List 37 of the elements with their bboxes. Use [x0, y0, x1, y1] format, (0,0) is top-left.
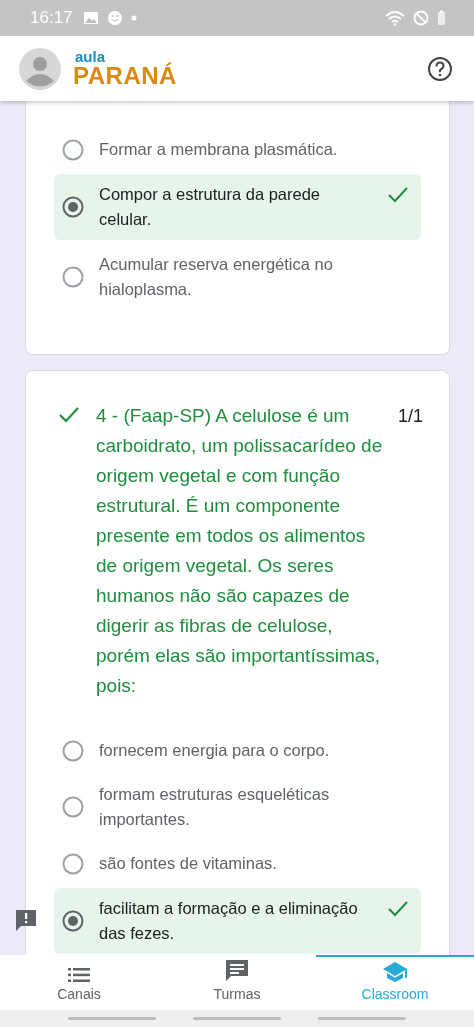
radio-button[interactable] [62, 852, 84, 875]
answer-option[interactable]: Acumular reserva energética no hialoplasma. [54, 245, 421, 309]
image-icon [82, 11, 99, 25]
logo-text: aula [75, 49, 105, 64]
smiley-icon [106, 10, 123, 26]
answer-option[interactable]: formam estruturas esqueléticas importantes. [54, 775, 421, 839]
answer-option[interactable]: são fontes de vitaminas. [54, 844, 421, 883]
battery-icon [437, 10, 446, 26]
answer-text: facilitam a formação e a eliminação das fezes. [99, 898, 359, 944]
dot-icon [130, 15, 137, 21]
clock-time: 16:17 [30, 8, 73, 28]
answer-text: são fontes de vitaminas. [99, 853, 278, 874]
score-text: 1/1 [398, 405, 424, 428]
question-text: 4 - (Faap-SP) A celulose é um carboidrato, um polissacarídeo de origem vegetal e com função estrutural. É um componente presente em todos os alimentos de origem vegetal. Os seres humanos não são capazes de digerir as fibras de celulose, porém elas são importantíssimas, pois: [96, 404, 384, 698]
radio-button[interactable] [62, 739, 84, 762]
answer-text: formam estruturas esqueléticas importantes. [99, 784, 331, 830]
selected-answer-row[interactable]: Compor a estrutura da parede celular. [54, 174, 421, 240]
logo-text: PARANÁ [73, 64, 177, 88]
wifi-icon [385, 10, 405, 26]
answer-text: fornecem energia para o corpo. [99, 740, 331, 761]
answer-text: Formar a membrana plasmática. [99, 139, 339, 160]
answer-text: Acumular reserva energética no hialoplasma. [99, 254, 334, 300]
help-icon[interactable] [427, 55, 453, 82]
avatar-icon[interactable] [19, 47, 61, 90]
answer-text: Compor a estrutura da parede celular. [99, 184, 322, 230]
radio-button[interactable] [62, 266, 84, 288]
do-not-disturb-icon [413, 10, 429, 26]
answer-option[interactable]: fornecem energia para o corpo. [54, 731, 421, 770]
radio-button[interactable] [62, 796, 84, 818]
answer-option[interactable]: Formar a membrana plasmática. [54, 130, 421, 169]
radio-button[interactable] [62, 196, 84, 218]
chat-icon [225, 959, 249, 983]
radio-button[interactable] [62, 138, 84, 161]
list-icon [68, 967, 90, 983]
feedback-icon[interactable] [14, 908, 38, 932]
graduation-cap-icon [382, 961, 408, 983]
radio-button[interactable] [62, 910, 84, 932]
